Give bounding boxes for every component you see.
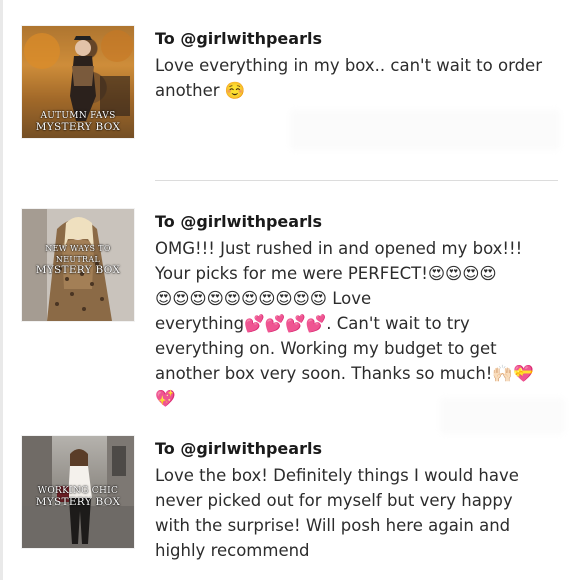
- review-text: OMG!!! Just rushed in and opened my box!…: [155, 239, 534, 408]
- review-thumbnail[interactable]: AUTUMN FAVS MYSTERY BOX: [22, 26, 134, 138]
- review-thumbnail[interactable]: WORKING CHIC MYSTERY BOX: [22, 436, 134, 548]
- review-content: To @girlwithpearls OMG!!! Just rushed in…: [155, 211, 570, 411]
- left-edge-bar: [0, 0, 3, 580]
- caption-line-2: MYSTERY BOX: [35, 264, 121, 276]
- review-recipient[interactable]: To @girlwithpearls: [155, 211, 570, 233]
- thumbnail-caption: WORKING CHIC MYSTERY BOX: [22, 486, 134, 508]
- background-smudge: [290, 110, 560, 150]
- caption-line-2: MYSTERY BOX: [35, 121, 121, 133]
- thumbnail-caption: AUTUMN FAVS MYSTERY BOX: [22, 111, 134, 133]
- caption-line-1: NEW WAYS TO NEUTRAL: [45, 244, 111, 264]
- review-text: Love the box! Definitely things I would …: [155, 466, 519, 560]
- review-divider: [155, 180, 558, 181]
- review-content: To @girlwithpearls Love everything in my…: [155, 28, 570, 103]
- review-text: Love everything in my box.. can't wait t…: [155, 56, 542, 100]
- review-recipient[interactable]: To @girlwithpearls: [155, 438, 570, 460]
- thumbnail-caption: NEW WAYS TO NEUTRAL MYSTERY BOX: [22, 243, 134, 276]
- background-smudge: [440, 398, 565, 434]
- review-content: To @girlwithpearls Love the box! Definit…: [155, 438, 570, 563]
- review-recipient[interactable]: To @girlwithpearls: [155, 28, 570, 50]
- review-thumbnail[interactable]: NEW WAYS TO NEUTRAL MYSTERY BOX: [22, 209, 134, 321]
- caption-line-2: MYSTERY BOX: [35, 496, 121, 508]
